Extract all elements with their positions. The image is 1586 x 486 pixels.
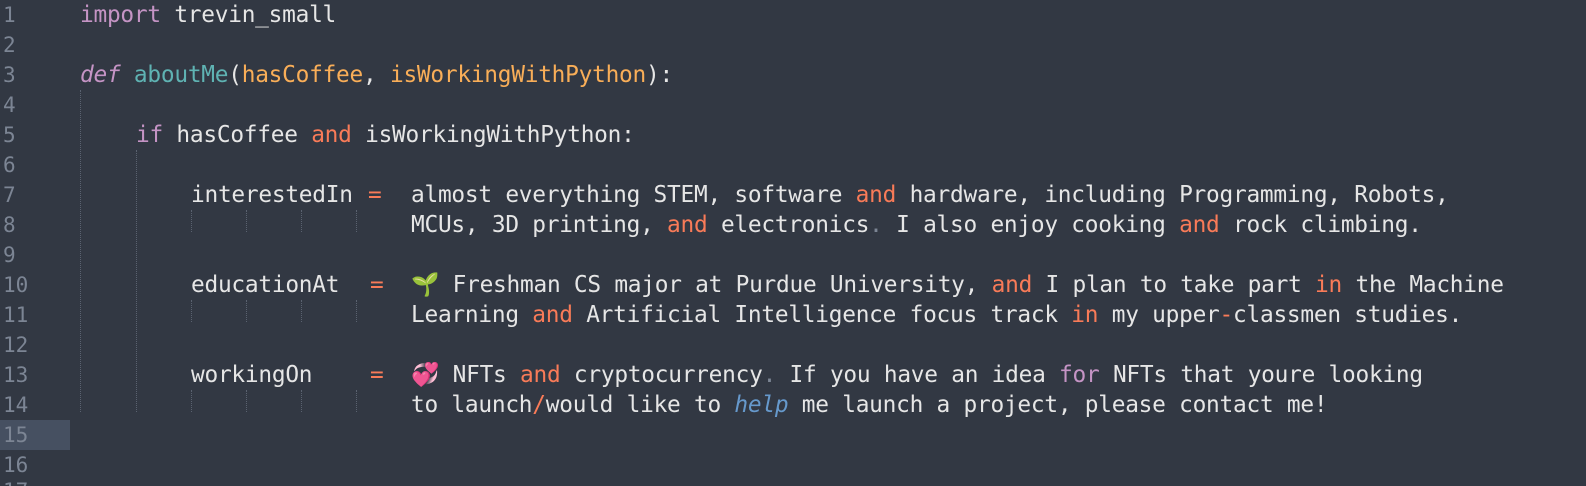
module-name: trevin_small xyxy=(160,2,337,28)
function-name: aboutMe xyxy=(133,62,229,88)
keyword-for: for xyxy=(1059,362,1100,388)
code-text: to launch/would like to help me launch a… xyxy=(411,390,1328,420)
paren-close: ): xyxy=(646,62,673,88)
operator-and: and xyxy=(532,302,573,328)
text-segment: I also enjoy cooking xyxy=(882,212,1180,238)
code-text: import trevin_small xyxy=(80,0,336,30)
text-segment: hardware, including Programming, Robots, xyxy=(896,182,1449,208)
comma: , xyxy=(363,62,390,88)
builtin-help: help xyxy=(734,392,789,418)
code-line[interactable]: 7 interestedIn = almost everything STEM,… xyxy=(0,180,1586,210)
code-line[interactable]: 2 xyxy=(0,30,1586,60)
line-number: 14 xyxy=(3,393,29,417)
code-line[interactable]: 11 Learning and Artificial Intelligence … xyxy=(0,300,1586,330)
line-number: 13 xyxy=(3,363,29,387)
condition-right: isWorkingWithPython: xyxy=(351,122,635,148)
line-number: 8 xyxy=(3,213,16,237)
code-editor[interactable]: 1 import trevin_small 2 3 def aboutMe(ha… xyxy=(0,0,1586,486)
text-segment: Learning xyxy=(411,302,533,328)
text-segment: electronics xyxy=(707,212,870,238)
text-segment: MCUs, 3D printing, xyxy=(411,212,668,238)
text-segment: my upper xyxy=(1098,302,1220,328)
keyword-def: def xyxy=(80,62,121,88)
slash-operator: / xyxy=(532,392,546,418)
line-number: 6 xyxy=(3,153,16,177)
paren-open: ( xyxy=(228,62,242,88)
code-line-active[interactable]: 15 xyxy=(0,420,1586,450)
condition-left: hasCoffee xyxy=(162,122,312,148)
code-text: if hasCoffee and isWorkingWithPython: xyxy=(136,120,635,150)
operator-in: in xyxy=(1071,302,1099,328)
code-line[interactable]: 4 xyxy=(0,90,1586,120)
text-segment: Artificial Intelligence focus track xyxy=(572,302,1072,328)
code-line[interactable]: 12 xyxy=(0,330,1586,360)
line-number: 5 xyxy=(3,123,16,147)
operator-and: and xyxy=(991,272,1033,298)
line-number: 2 xyxy=(3,33,16,57)
code-line[interactable]: 17 xyxy=(0,476,1586,486)
operator-and: and xyxy=(520,362,561,388)
line-number: 11 xyxy=(3,303,29,327)
code-line[interactable]: 6 xyxy=(0,150,1586,180)
code-line[interactable]: 9 xyxy=(0,240,1586,270)
code-text: def aboutMe(hasCoffee, isWorkingWithPyth… xyxy=(80,60,673,90)
keyword-if: if xyxy=(136,122,163,148)
dot-operator: . xyxy=(762,362,777,388)
operator-and: and xyxy=(311,122,352,148)
code-line[interactable]: 14 to launch/would like to help me launc… xyxy=(0,390,1586,420)
line-number: 7 xyxy=(3,183,16,207)
variable-name: educationAt xyxy=(191,272,340,298)
keyword-import: import xyxy=(80,2,161,28)
operator-in: in xyxy=(1315,272,1342,298)
text-segment: would like to xyxy=(545,392,735,418)
text-segment: classmen studies. xyxy=(1233,302,1463,328)
line-number: 15 xyxy=(0,420,70,450)
text-segment: me launch a project, please contact me! xyxy=(788,392,1328,418)
code-line[interactable]: 10 educationAt = 🌱 Freshman CS major at … xyxy=(0,270,1586,300)
dot-operator: . xyxy=(869,212,883,238)
code-line[interactable]: 3 def aboutMe(hasCoffee, isWorkingWithPy… xyxy=(0,60,1586,90)
code-text: almost everything STEM, software and har… xyxy=(411,180,1449,210)
text-segment: rock climbing. xyxy=(1219,212,1422,238)
assign-operator: = xyxy=(370,272,384,298)
line-number: 4 xyxy=(3,93,16,117)
code-line[interactable]: 8 MCUs, 3D printing, and electronics. I … xyxy=(0,210,1586,240)
code-line[interactable]: 13 workingOn = 💞 NFTs and cryptocurrency… xyxy=(0,360,1586,390)
operator-and: and xyxy=(855,182,897,208)
line-number: 9 xyxy=(3,243,16,267)
code-text: MCUs, 3D printing, and electronics. I al… xyxy=(411,210,1422,240)
assign-operator: = xyxy=(370,362,384,388)
text-segment: cryptocurrency xyxy=(560,362,763,388)
assign-operator: = xyxy=(368,182,382,208)
code-text: Learning and Artificial Intelligence foc… xyxy=(411,300,1462,330)
variable-name: interestedIn xyxy=(191,182,353,208)
text-segment: to launch xyxy=(411,392,533,418)
code-text: 💞 NFTs and cryptocurrency. If you have a… xyxy=(411,360,1423,390)
text-segment: NFTs xyxy=(439,362,520,388)
line-number: 17 xyxy=(0,476,70,486)
param-has-coffee: hasCoffee xyxy=(241,62,364,88)
minus-operator: - xyxy=(1219,302,1234,328)
code-text: 🌱 Freshman CS major at Purdue University… xyxy=(411,270,1504,300)
operator-and: and xyxy=(667,212,708,238)
param-is-working: isWorkingWithPython xyxy=(389,62,646,88)
operator-and: and xyxy=(1179,212,1220,238)
text-segment: I plan to take part xyxy=(1032,272,1316,298)
code-line[interactable]: 1 import trevin_small xyxy=(0,0,1586,30)
variable-name: workingOn xyxy=(191,362,313,388)
text-segment: If you have an idea xyxy=(776,362,1060,388)
text-segment: the Machine xyxy=(1342,272,1504,298)
line-number: 1 xyxy=(3,3,16,27)
hearts-icon: 💞 xyxy=(411,362,440,388)
line-number: 10 xyxy=(3,273,29,297)
code-line[interactable]: 5 if hasCoffee and isWorkingWithPython: xyxy=(0,120,1586,150)
text-segment: Freshman CS major at Purdue University, xyxy=(439,272,992,298)
text-segment: NFTs that youre looking xyxy=(1099,362,1423,388)
sprout-icon: 🌱 xyxy=(411,272,440,298)
line-number: 3 xyxy=(3,63,16,87)
text-segment: almost everything STEM, software xyxy=(411,182,856,208)
line-number: 12 xyxy=(3,333,29,357)
